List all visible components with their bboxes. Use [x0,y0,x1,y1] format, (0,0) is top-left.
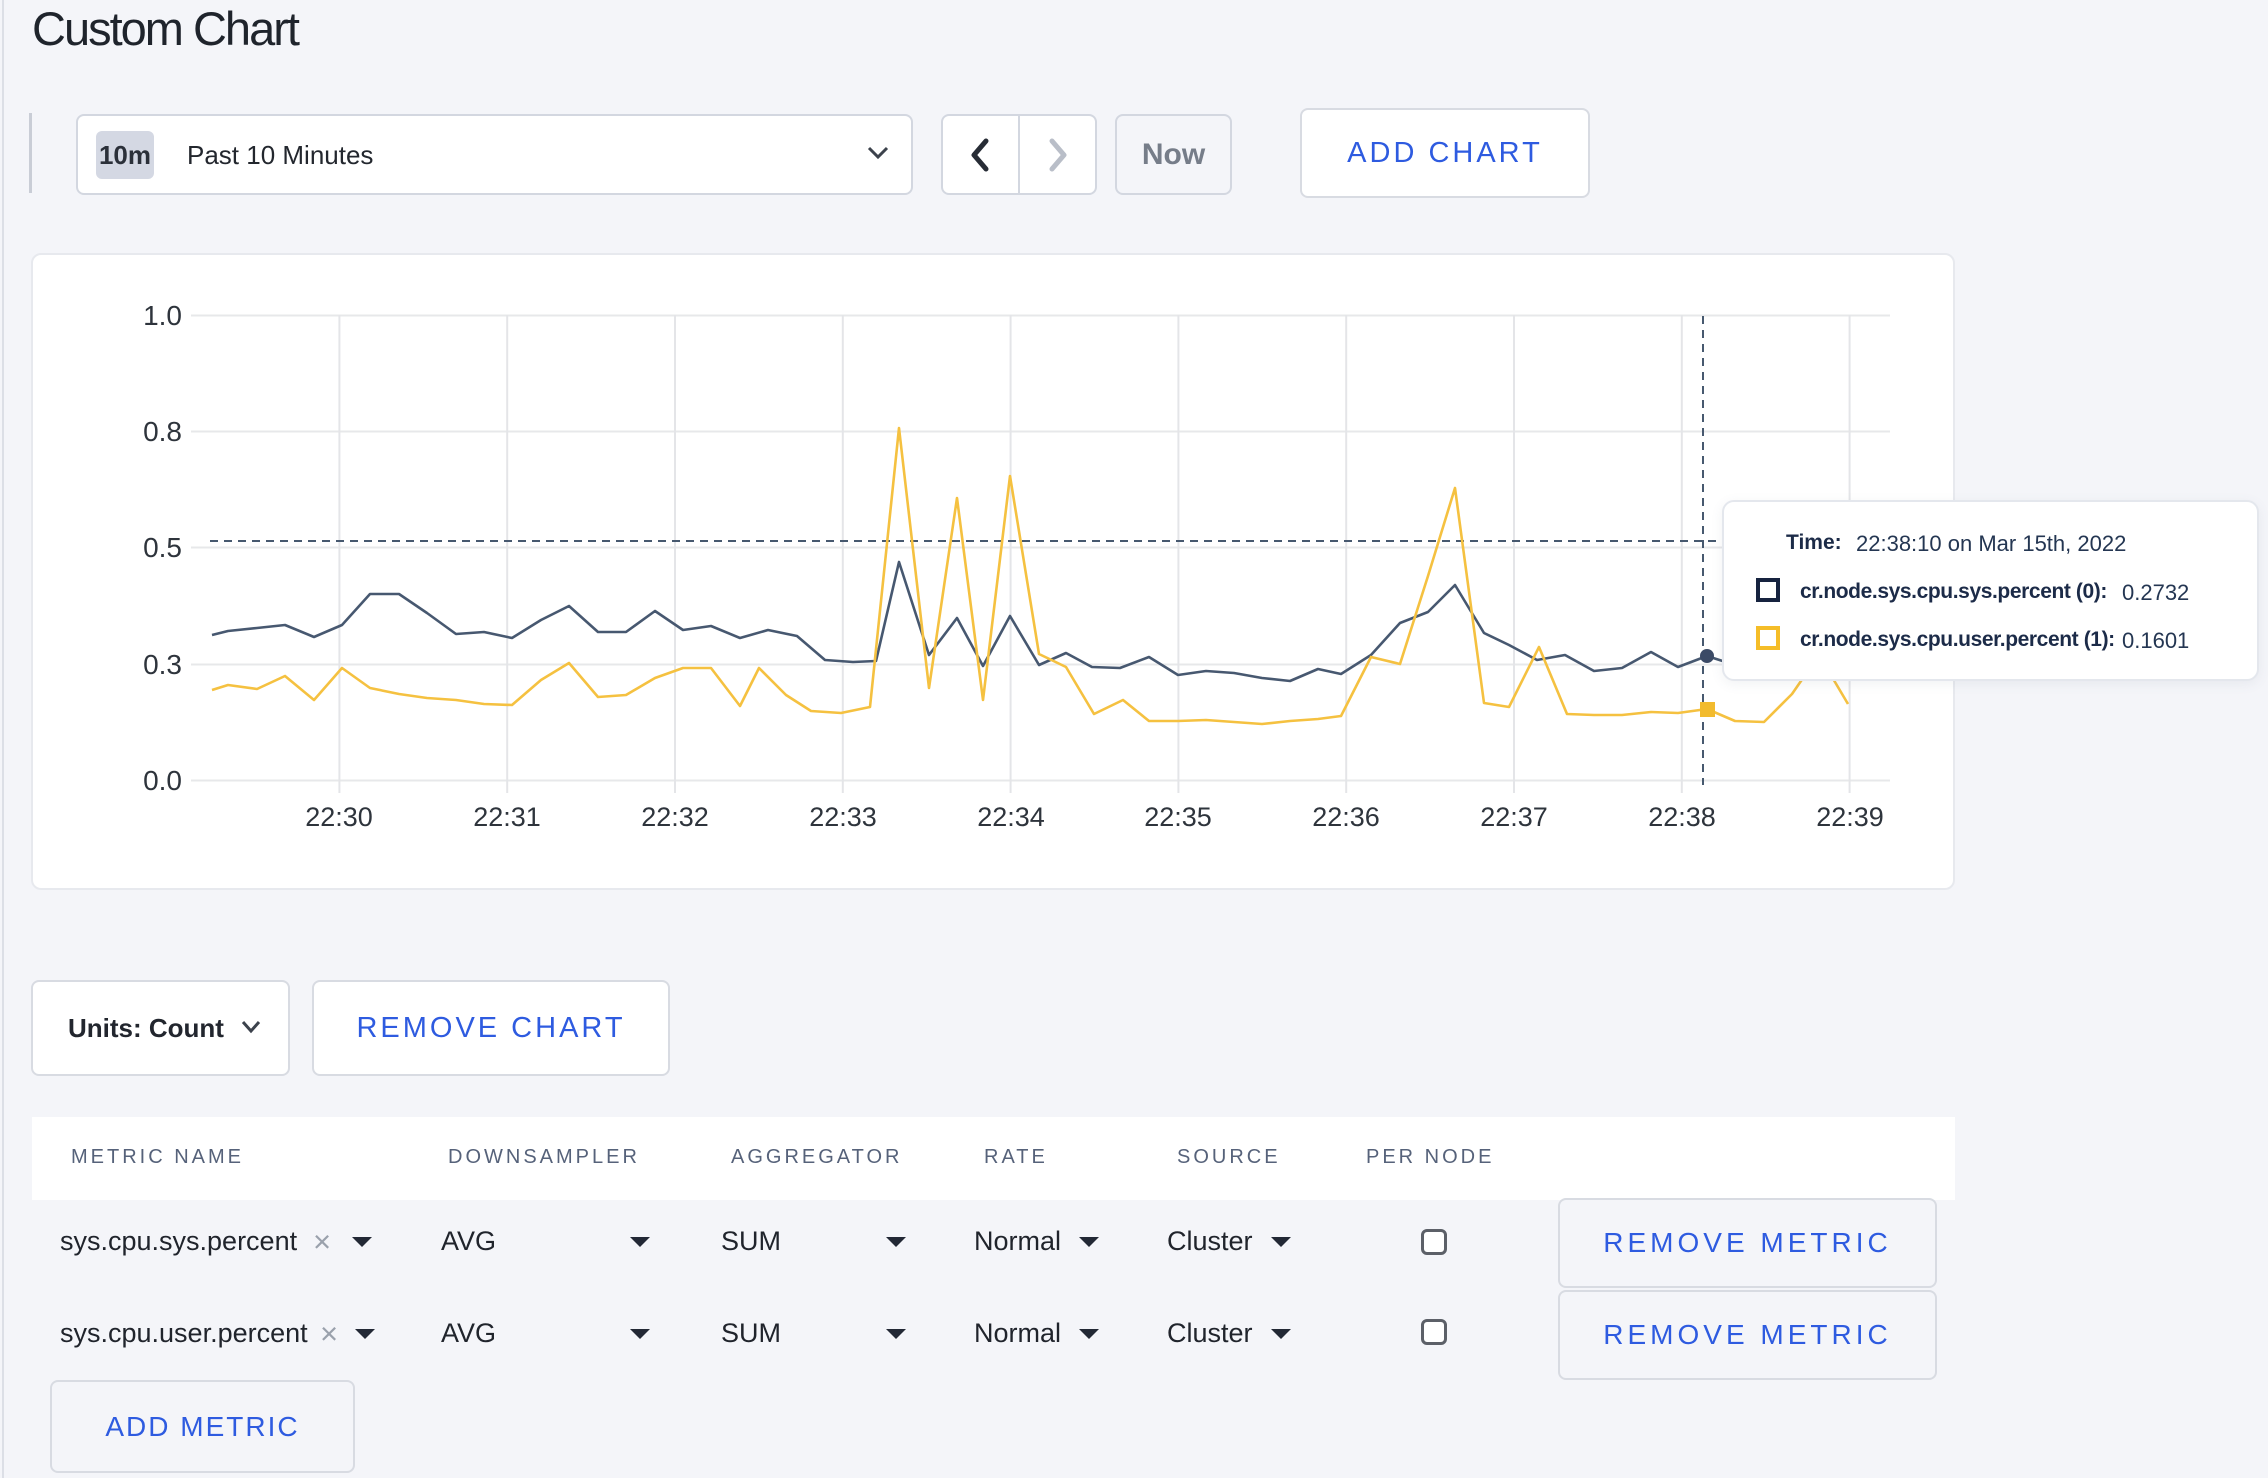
svg-text:22:33: 22:33 [809,802,877,832]
svg-text:22:36: 22:36 [1312,802,1380,832]
svg-text:0.8: 0.8 [143,416,182,447]
svg-text:0.5: 0.5 [143,532,182,563]
svg-text:22:38: 22:38 [1648,802,1716,832]
svg-text:0.3: 0.3 [143,649,182,680]
svg-text:22:32: 22:32 [641,802,709,832]
svg-text:0.0: 0.0 [143,765,182,796]
svg-text:22:30: 22:30 [305,802,373,832]
svg-text:22:35: 22:35 [1144,802,1212,832]
svg-text:22:37: 22:37 [1480,802,1548,832]
svg-text:22:39: 22:39 [1816,802,1884,832]
svg-text:1.0: 1.0 [143,300,182,331]
svg-text:22:34: 22:34 [977,802,1045,832]
svg-text:22:31: 22:31 [473,802,541,832]
